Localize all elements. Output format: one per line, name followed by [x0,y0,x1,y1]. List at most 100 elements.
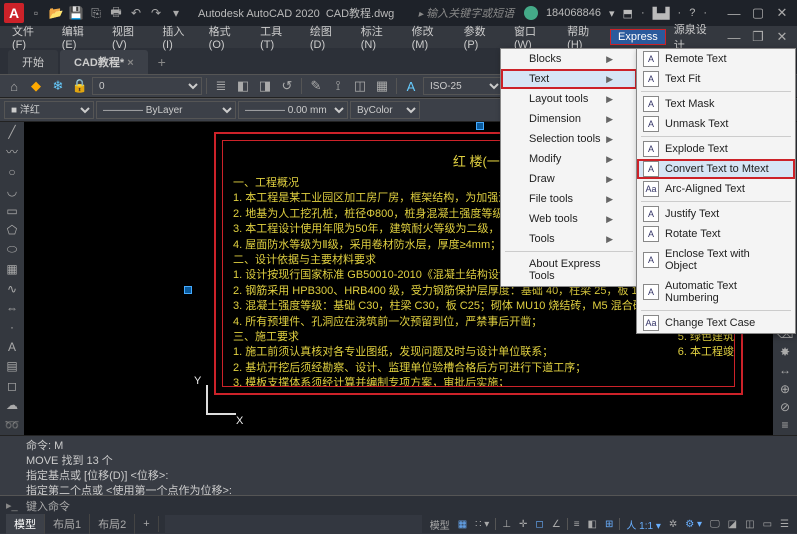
menu-insert[interactable]: 插入(I) [154,21,200,53]
line-tool-icon[interactable]: ╱ [2,124,22,140]
stretch-tool-icon[interactable]: ↔ [775,363,795,378]
circle-tool-icon[interactable]: ○ [2,163,22,179]
explode-tool-icon[interactable]: ✸ [775,344,795,359]
cloud-tool-icon[interactable]: ☁ [2,397,22,413]
arc-tool-icon[interactable]: ◡ [2,183,22,199]
layer-states-icon[interactable]: ≣ [211,77,231,95]
hatch-tool-icon[interactable]: ▦ [2,261,22,277]
sb-annoscale-icon[interactable]: 人 1:1 ▾ [624,517,662,532]
layout-tab-model[interactable]: 模型 [6,514,45,534]
express-menu-blocks[interactable]: Blocks▶ [501,49,637,69]
text-submenu-convert-text-to-mtext[interactable]: AConvert Text to Mtext [637,159,795,179]
menu-tools[interactable]: 工具(T) [252,21,302,53]
express-menu-selection-tools[interactable]: Selection tools▶ [501,129,637,149]
express-menu-web-tools[interactable]: Web tools▶ [501,209,637,229]
text-submenu-text-mask[interactable]: AText Mask [637,94,795,114]
user-avatar-icon[interactable] [524,6,538,20]
sb-model-button[interactable]: 模型 [428,517,452,532]
express-menu-layout-tools[interactable]: Layout tools▶ [501,89,637,109]
sb-snap-icon[interactable]: ∷ ▾ [473,519,491,530]
freeze-icon[interactable]: ❄ [48,77,68,95]
layer-properties-icon[interactable]: ◧ [233,77,253,95]
sb-dyn-input-icon[interactable]: ⊞ [603,519,615,530]
sb-isolate-icon[interactable]: ◫ [743,519,756,530]
lineweight-dropdown[interactable]: ———— 0.00 mm [238,101,348,119]
express-menu-about[interactable]: About Express Tools [501,254,637,286]
layout-tab-add[interactable]: + [135,516,158,532]
doc-close-button[interactable]: ✕ [771,28,793,46]
maximize-button[interactable]: ▢ [747,4,769,22]
minimize-button[interactable]: — [723,4,745,22]
menu-parametric[interactable]: 参数(P) [456,21,506,53]
layer-dropdown[interactable]: 0 [92,77,202,95]
tab-new-button[interactable]: + [150,50,174,74]
close-button[interactable]: ✕ [771,4,793,22]
text-submenu-explode-text[interactable]: AExplode Text [637,139,795,159]
menu-file[interactable]: 文件(F) [4,21,54,53]
helix-tool-icon[interactable]: ➿ [2,417,22,433]
menu-format[interactable]: 格式(O) [201,21,252,53]
layer-iso-icon[interactable]: ◨ [255,77,275,95]
app-logo[interactable]: A [4,3,24,23]
plot-icon[interactable]: 🖶 [108,5,124,21]
align-tool-icon[interactable]: ≡ [775,418,795,433]
sb-lineweight-icon[interactable]: ≡ [572,519,582,530]
stay-connected-icon[interactable]: ▙▟ [653,7,670,20]
sb-osnap-icon[interactable]: ◻ [533,519,545,530]
menu-view[interactable]: 视图(V) [104,21,154,53]
sb-clean-icon[interactable]: ▭ [761,519,774,530]
rect-tool-icon[interactable]: ▭ [2,202,22,218]
table-tool-icon[interactable]: ▤ [2,358,22,374]
poly-tool-icon[interactable]: ⬠ [2,222,22,238]
command-input[interactable]: ▸_ 键入命令 [0,495,797,515]
menu-dimension[interactable]: 标注(N) [353,21,404,53]
help-icon[interactable]: ? [689,7,695,19]
layout-tab-1[interactable]: 布局1 [45,514,90,534]
new-icon[interactable]: ▫ [28,5,44,21]
lock-icon[interactable]: 🔒 [70,77,90,95]
text-submenu-justify-text[interactable]: AJustify Text [637,204,795,224]
express-menu-file-tools[interactable]: File tools▶ [501,189,637,209]
sb-polar-icon[interactable]: ✛ [517,519,529,530]
text-submenu-change-text-case[interactable]: AaChange Text Case [637,313,795,333]
redo-icon[interactable]: ↷ [148,5,164,21]
ellipse-tool-icon[interactable]: ⬭ [2,241,22,257]
join-tool-icon[interactable]: ⊕ [775,381,795,396]
color-dropdown[interactable]: ■ 洋红 [4,101,94,119]
doc-tab-current[interactable]: CAD教程* × [60,50,148,74]
express-menu-draw[interactable]: Draw▶ [501,169,637,189]
sb-monitor-icon[interactable]: 🖵 [708,519,722,530]
match-icon[interactable]: ✎ [306,77,326,95]
express-menu-dimension[interactable]: Dimension▶ [501,109,637,129]
save-icon[interactable]: 💾 [68,5,84,21]
layer-prev-icon[interactable]: ↺ [277,77,297,95]
xline-tool-icon[interactable]: ⇔ [2,300,22,316]
express-menu-text[interactable]: Text▶ [501,69,637,89]
layer-icon[interactable]: ◆ [26,77,46,95]
sb-hwaccel-icon[interactable]: ◪ [726,519,739,530]
menu-express[interactable]: Express [610,29,666,45]
spline-tool-icon[interactable]: ∿ [2,280,22,296]
tab-close-icon[interactable]: × [127,57,133,69]
user-name[interactable]: 184068846 [546,7,601,19]
sb-annotation-icon[interactable]: ✲ [667,519,679,530]
text-submenu-remote-text[interactable]: ARemote Text [637,49,795,69]
block-icon[interactable]: ◫ [350,77,370,95]
undo-icon[interactable]: ↶ [128,5,144,21]
text-submenu-enclose-text-with-object[interactable]: AEnclose Text with Object [637,244,795,276]
text-submenu-unmask-text[interactable]: AUnmask Text [637,114,795,134]
text-submenu-text-fit[interactable]: AText Fit [637,69,795,89]
sb-ortho-icon[interactable]: ⊥ [500,519,513,530]
doc-minimize-button[interactable]: — [723,28,745,46]
menu-modify[interactable]: 修改(M) [404,21,456,53]
express-menu-tools[interactable]: Tools▶ [501,229,637,249]
text-submenu-automatic-text-numbering[interactable]: AAutomatic Text Numbering [637,276,795,308]
measure-icon[interactable]: ⟟ [328,77,348,95]
sb-transparency-icon[interactable]: ◧ [586,519,599,530]
open-icon[interactable]: 📂 [48,5,64,21]
hatch-icon[interactable]: ▦ [372,77,392,95]
autodesk-app-icon[interactable]: ⬒ [623,7,633,20]
text-submenu-arc-aligned-text[interactable]: AaArc-Aligned Text [637,179,795,199]
qat-dropdown-icon[interactable]: ▾ [168,5,184,21]
home-icon[interactable]: ⌂ [4,77,24,95]
